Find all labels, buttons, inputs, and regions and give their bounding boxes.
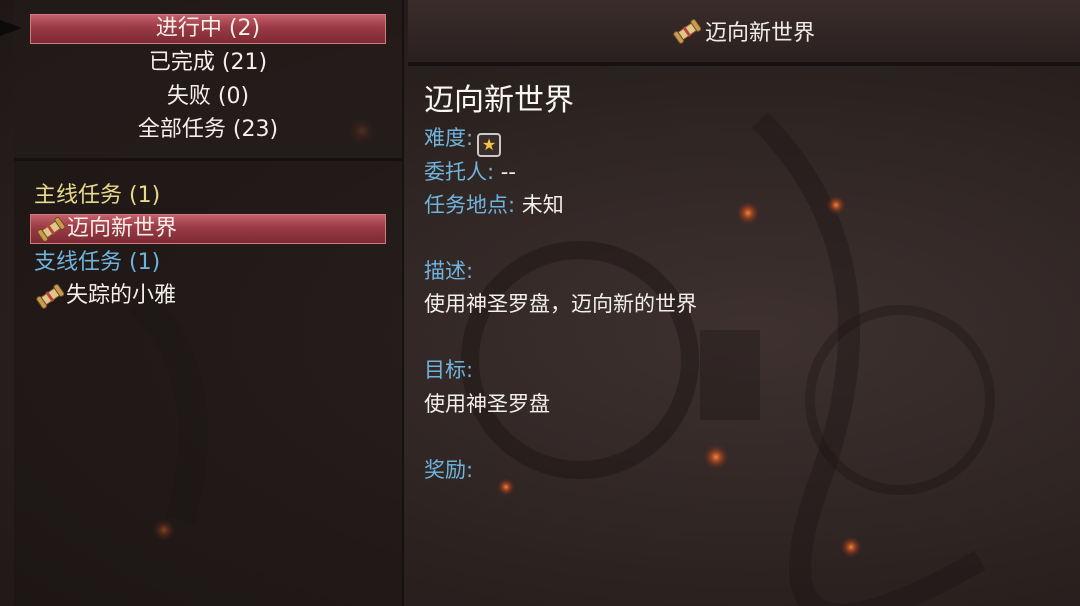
quest-item-side[interactable]: 失踪的小雅 — [30, 281, 386, 311]
client-value: -- — [500, 160, 516, 184]
description-label: 描述: — [424, 259, 474, 283]
location-value: 未知 — [521, 193, 564, 217]
location-row: 任务地点: 未知 — [424, 191, 564, 219]
scroll-icon — [673, 18, 701, 44]
quest-item-side-label: 失踪的小雅 — [66, 283, 177, 308]
objective-label: 目标: — [424, 358, 474, 382]
filter-failed[interactable]: 失败 (0) — [30, 82, 386, 112]
client-row: 委托人: -- — [424, 158, 516, 186]
quest-header-bar: 迈向新世界 — [408, 0, 1080, 66]
category-side-quests[interactable]: 支线任务 (1) — [34, 248, 160, 278]
scroll-icon — [37, 216, 65, 242]
quest-filter-section: 进行中 (2) 已完成 (21) 失败 (0) 全部任务 (23) — [0, 0, 402, 161]
scroll-icon — [36, 283, 64, 309]
difficulty-row: 难度: ★ — [424, 124, 502, 157]
quest-item-main[interactable]: 迈向新世界 — [30, 214, 386, 244]
description-text: 使用神圣罗盘，迈向新的世界 — [424, 292, 697, 316]
reward-label: 奖励: — [424, 458, 474, 482]
selection-arrow-icon — [0, 20, 22, 36]
header-title: 迈向新世界 — [704, 21, 815, 46]
filter-all-quests[interactable]: 全部任务 (23) — [30, 115, 386, 145]
client-label: 委托人: — [424, 160, 495, 184]
location-label: 任务地点: — [424, 193, 516, 217]
quest-item-main-label: 迈向新世界 — [67, 216, 178, 241]
objective-text: 使用神圣罗盘 — [424, 392, 550, 416]
filter-in-progress[interactable]: 进行中 (2) — [30, 14, 386, 44]
quest-title: 迈向新世界 — [424, 83, 574, 118]
filter-completed[interactable]: 已完成 (21) — [30, 48, 386, 78]
star-icon: ★ — [477, 133, 502, 157]
category-main-quests[interactable]: 主线任务 (1) — [34, 181, 160, 211]
quest-list-panel: 进行中 (2) 已完成 (21) 失败 (0) 全部任务 (23) 主线任务 (… — [0, 0, 404, 606]
difficulty-label: 难度: — [424, 126, 474, 150]
